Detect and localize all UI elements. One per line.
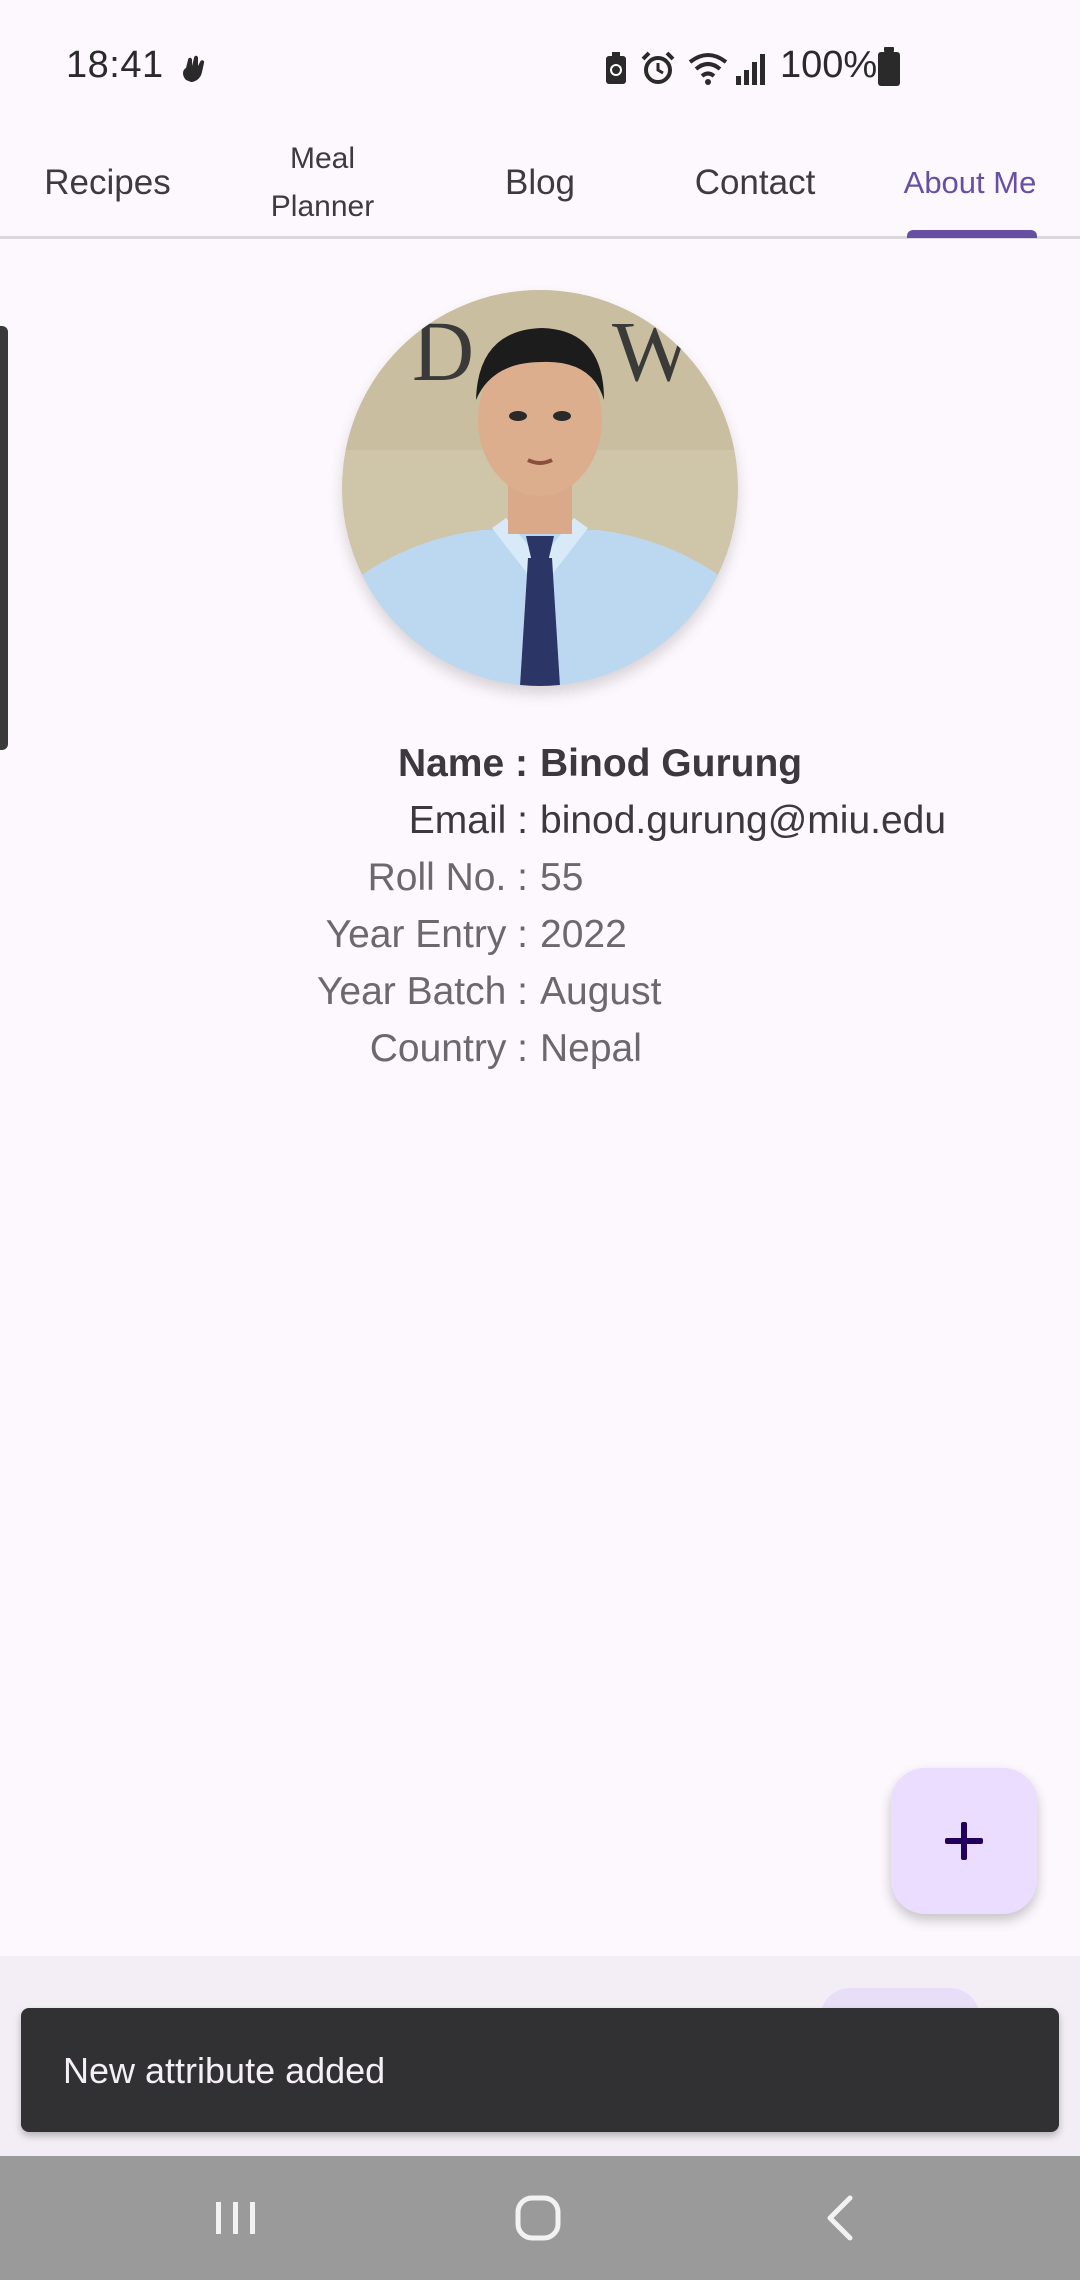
- wifi-icon: [688, 53, 728, 85]
- svg-text:D: D: [412, 303, 474, 399]
- info-row-email: Email : binod.gurung@miu.edu: [0, 799, 1080, 855]
- alarm-icon: [641, 51, 675, 84]
- battery-icon: [878, 47, 900, 86]
- snackbar: New attribute added: [21, 2008, 1059, 2132]
- tab-contact[interactable]: Contact: [650, 130, 860, 236]
- hand-icon: [183, 55, 205, 82]
- info-row-country: Country : Nepal: [0, 1027, 1080, 1083]
- home-icon[interactable]: [508, 2188, 568, 2248]
- snackbar-message: New attribute added: [63, 2050, 386, 2091]
- profile-photo: D W: [342, 290, 738, 686]
- info-label: Name :: [397, 742, 528, 785]
- back-icon[interactable]: [812, 2188, 872, 2248]
- status-bar: 18:41 100%: [0, 0, 1080, 130]
- tab-label: Recipes: [44, 163, 171, 202]
- tab-recipes[interactable]: Recipes: [0, 130, 215, 236]
- system-navigation-bar: [0, 2156, 1080, 2280]
- tab-label: Blog: [504, 163, 576, 202]
- edge-panel-handle[interactable]: [0, 326, 8, 750]
- svg-text:W: W: [612, 303, 693, 399]
- info-label: Email :: [408, 799, 528, 842]
- tab-bar: Recipes Meal Planner Blog Contact About …: [0, 130, 1080, 239]
- tab-label-line2: Planner: [270, 190, 375, 223]
- info-row-year-batch: Year Batch : August: [0, 970, 1080, 1026]
- tab-label: About Me: [903, 165, 1037, 200]
- plus-icon: [945, 1822, 983, 1860]
- tab-label-line1: Meal: [289, 142, 356, 175]
- tab-indicator: [907, 230, 1037, 238]
- recent-apps-icon[interactable]: [206, 2188, 266, 2248]
- info-value: August: [540, 970, 662, 1013]
- info-row-roll-no: Roll No. : 55: [0, 856, 1080, 912]
- info-value: Nepal: [540, 1027, 642, 1070]
- info-label: Country :: [369, 1027, 528, 1070]
- info-value: 55: [540, 856, 584, 899]
- info-label: Year Entry :: [325, 913, 528, 956]
- info-value: 2022: [540, 913, 627, 956]
- battery-saver-icon: [606, 52, 626, 84]
- info-row-name: Name : Binod Gurung: [0, 742, 1080, 798]
- tab-label: Contact: [694, 163, 816, 202]
- tab-about-me[interactable]: About Me: [860, 130, 1080, 236]
- tab-blog[interactable]: Blog: [430, 130, 650, 236]
- info-label: Year Batch :: [316, 970, 528, 1013]
- battery-percent: 100%: [780, 44, 878, 86]
- info-label: Roll No. :: [367, 856, 528, 899]
- signal-icon: [736, 54, 765, 85]
- info-row-year-entry: Year Entry : 2022: [0, 913, 1080, 969]
- profile-avatar: D W: [342, 290, 738, 686]
- info-value: Binod Gurung: [540, 742, 803, 785]
- add-attribute-fab[interactable]: [891, 1768, 1037, 1914]
- info-value: binod.gurung@miu.edu: [540, 799, 947, 842]
- status-time: 18:41: [66, 44, 164, 86]
- tab-meal-planner[interactable]: Meal Planner: [215, 130, 430, 236]
